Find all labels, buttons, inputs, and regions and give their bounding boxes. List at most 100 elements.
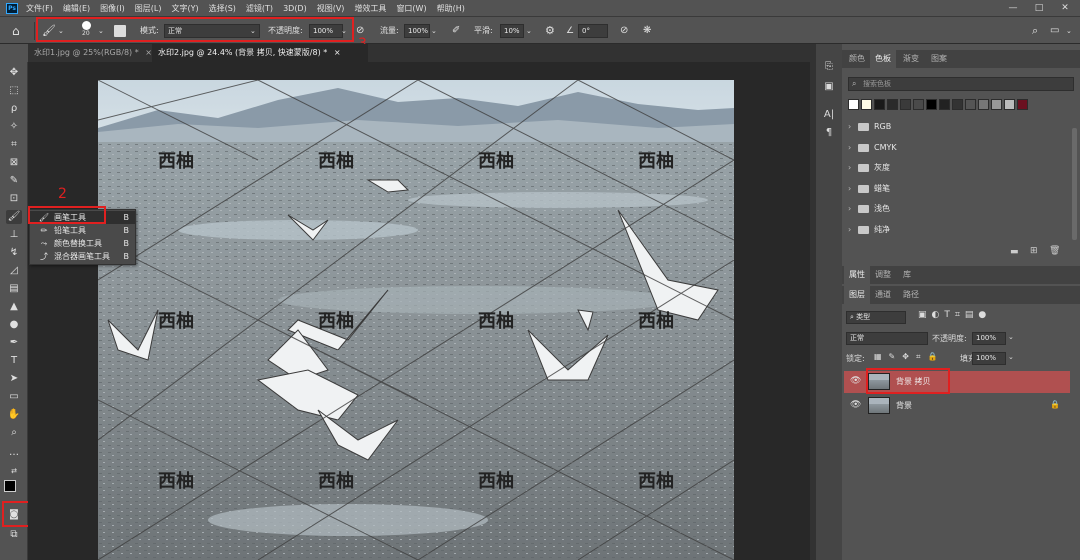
- workspace-chevron-icon[interactable]: ⌄: [1066, 23, 1072, 39]
- brush-tool-icon[interactable]: 🖌: [6, 210, 22, 224]
- swatch-folder[interactable]: › RGB: [842, 117, 1072, 137]
- blend-mode-select[interactable]: 正常: [846, 332, 928, 345]
- gear-icon[interactable]: ⚙: [545, 23, 555, 39]
- clone-stamp-tool-icon[interactable]: ⊥: [6, 228, 22, 242]
- swatch-folder[interactable]: › 灰度: [842, 158, 1072, 178]
- swatch-folder[interactable]: › 浅色: [842, 199, 1072, 219]
- tab-paths[interactable]: 路径: [898, 286, 924, 304]
- swatch-search-input[interactable]: ⌕ 搜索色板: [848, 77, 1074, 91]
- flyout-item-pencil[interactable]: ✏ 铅笔工具 B: [30, 224, 135, 237]
- character-icon[interactable]: A|: [821, 108, 837, 122]
- menu-view[interactable]: 视图(V): [317, 3, 345, 14]
- home-icon[interactable]: ⌂: [12, 23, 20, 39]
- workspace-icon[interactable]: ▭: [1050, 23, 1059, 39]
- history-icon[interactable]: ⎘: [821, 60, 837, 74]
- close-window-button[interactable]: ✕: [1050, 0, 1080, 16]
- menu-select[interactable]: 选择(S): [209, 3, 236, 14]
- close-tab-icon[interactable]: ×: [145, 48, 152, 57]
- lock-icons[interactable]: ▦✎✥⌗🔒: [874, 352, 944, 362]
- menu-edit[interactable]: 编辑(E): [63, 3, 90, 14]
- zoom-tool-icon[interactable]: ⌕: [6, 426, 22, 440]
- swatch-folder[interactable]: › 蜡笔: [842, 179, 1072, 199]
- tab-watermark2[interactable]: 水印2.jpg @ 24.4% (背景 拷贝, 快速蒙版/8) * ×: [152, 44, 368, 62]
- pressure-size-icon[interactable]: ⊘: [620, 23, 628, 39]
- lasso-tool-icon[interactable]: ρ: [6, 102, 22, 116]
- tab-libraries[interactable]: 库: [898, 266, 916, 284]
- pen-tool-icon[interactable]: ✒: [6, 336, 22, 350]
- angle-input[interactable]: 0°: [578, 24, 608, 38]
- color-swatch[interactable]: [861, 99, 872, 110]
- tab-patterns[interactable]: 图案: [926, 50, 952, 68]
- smoothing-chevron-icon[interactable]: ⌄: [526, 23, 532, 39]
- layer-opacity-input[interactable]: 100%: [972, 332, 1006, 345]
- delete-icon[interactable]: 🗑: [1049, 246, 1060, 256]
- menu-image[interactable]: 图像(I): [100, 3, 125, 14]
- menu-plugins[interactable]: 增效工具: [354, 3, 386, 14]
- dodge-tool-icon[interactable]: ●: [6, 318, 22, 332]
- color-swatch[interactable]: [913, 99, 924, 110]
- color-swatch[interactable]: [978, 99, 989, 110]
- layer-opacity-chevron-icon[interactable]: ⌄: [1008, 333, 1014, 341]
- airbrush-icon[interactable]: ✐: [452, 23, 460, 39]
- close-tab-icon[interactable]: ×: [334, 48, 341, 57]
- tab-color[interactable]: 颜色: [844, 50, 870, 68]
- color-swatch[interactable]: [848, 99, 859, 110]
- color-swatch[interactable]: [1004, 99, 1015, 110]
- layer-row-background[interactable]: 👁 背景 🔒: [844, 395, 1070, 417]
- smoothing-input[interactable]: 10%: [500, 24, 524, 38]
- tab-watermark1[interactable]: 水印1.jpg @ 25%(RGB/8) * ×: [28, 44, 152, 62]
- swatch-folder[interactable]: › 纯净: [842, 220, 1072, 240]
- flyout-item-mixer-brush[interactable]: ⤴ 混合器画笔工具 B: [30, 250, 135, 263]
- healing-brush-tool-icon[interactable]: ⊡: [6, 192, 22, 206]
- menu-3d[interactable]: 3D(D): [283, 4, 307, 13]
- document-canvas[interactable]: 西柚 西柚 西柚 西柚 西柚 西柚 西柚 西柚 西柚 西柚 西柚 西柚: [98, 80, 734, 560]
- fill-chevron-icon[interactable]: ⌄: [1008, 353, 1014, 361]
- search-icon[interactable]: ⌕: [1032, 23, 1038, 39]
- eye-icon[interactable]: 👁: [850, 376, 861, 386]
- marquee-tool-icon[interactable]: ⬚: [6, 84, 22, 98]
- frame-tool-icon[interactable]: ⊠: [6, 156, 22, 170]
- new-group-icon[interactable]: ▬: [1010, 247, 1019, 257]
- symmetry-icon[interactable]: ❋: [643, 23, 651, 39]
- menu-window[interactable]: 窗口(W): [396, 3, 426, 14]
- foreground-color[interactable]: [4, 480, 16, 492]
- menu-file[interactable]: 文件(F): [26, 3, 53, 14]
- magic-wand-tool-icon[interactable]: ✧: [6, 120, 22, 134]
- flow-chevron-icon[interactable]: ⌄: [431, 23, 437, 39]
- comments-icon[interactable]: ▣: [821, 80, 837, 94]
- tab-layers[interactable]: 图层: [844, 286, 870, 304]
- color-swatch[interactable]: [926, 99, 937, 110]
- screen-mode-icon[interactable]: ⧉: [6, 528, 22, 542]
- flow-input[interactable]: 100%: [404, 24, 430, 38]
- color-swatch[interactable]: [1017, 99, 1028, 110]
- path-selection-tool-icon[interactable]: ➤: [6, 372, 22, 386]
- more-tools-icon[interactable]: …: [6, 446, 22, 460]
- crop-tool-icon[interactable]: ⌗: [6, 138, 22, 152]
- paragraph-icon[interactable]: ¶: [821, 126, 837, 140]
- color-swatch[interactable]: [965, 99, 976, 110]
- eye-icon[interactable]: 👁: [850, 400, 861, 410]
- history-brush-tool-icon[interactable]: ↯: [6, 246, 22, 260]
- swatch-folder[interactable]: › CMYK: [842, 138, 1072, 158]
- swap-colors-icon[interactable]: ⇄: [6, 464, 22, 478]
- flyout-item-color-replace[interactable]: ⤳ 颜色替换工具 B: [30, 237, 135, 250]
- menu-type[interactable]: 文字(Y): [171, 3, 198, 14]
- menu-layer[interactable]: 图层(L): [135, 3, 162, 14]
- fill-input[interactable]: 100%: [972, 352, 1006, 365]
- menu-filter[interactable]: 滤镜(T): [246, 3, 273, 14]
- gradient-tool-icon[interactable]: ▤: [6, 282, 22, 296]
- color-swatch[interactable]: [887, 99, 898, 110]
- new-swatch-icon[interactable]: ⊞: [1030, 246, 1038, 256]
- color-swatch[interactable]: [900, 99, 911, 110]
- tab-gradients[interactable]: 渐变: [898, 50, 924, 68]
- type-tool-icon[interactable]: T: [6, 354, 22, 368]
- eyedropper-tool-icon[interactable]: ✎: [6, 174, 22, 188]
- tab-channels[interactable]: 通道: [870, 286, 896, 304]
- layer-filter-select[interactable]: ⌕ 类型: [846, 311, 906, 324]
- blur-tool-icon[interactable]: ▲: [6, 300, 22, 314]
- hand-tool-icon[interactable]: ✋: [6, 408, 22, 422]
- swatches-scrollbar[interactable]: [1072, 128, 1077, 240]
- tab-swatches[interactable]: 色板: [870, 50, 896, 68]
- layer-filter-icons[interactable]: ▣◐T⌗▤●: [918, 310, 991, 320]
- menu-help[interactable]: 帮助(H): [437, 3, 465, 14]
